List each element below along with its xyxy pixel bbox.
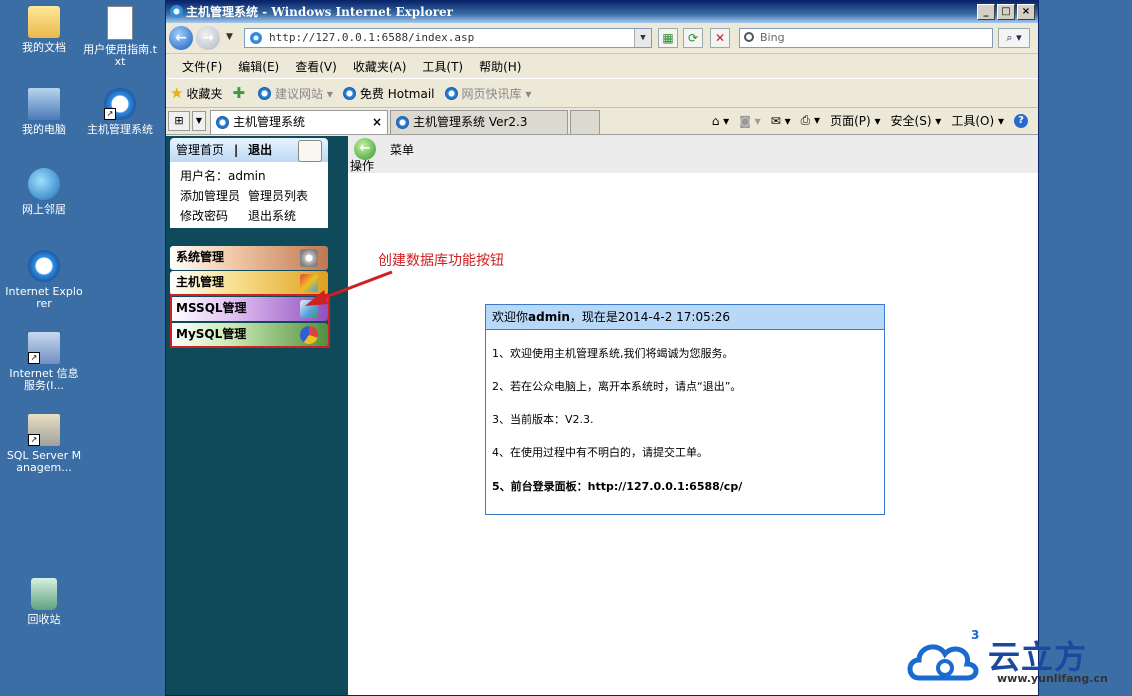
welcome-line-1: 1、欢迎使用主机管理系统,我们将竭诚为您服务。 xyxy=(492,347,734,360)
watermark: 3 云立方 www.yunlifang.cn xyxy=(905,628,1125,692)
welcome-header: 欢迎你admin，现在是2014-4-2 17:05:26 xyxy=(486,305,884,330)
watermark-sup: 3 xyxy=(971,628,980,642)
welcome-line-4: 4、在使用过程中有不明白的，请提交工单。 xyxy=(492,446,708,459)
watermark-url: www.yunlifang.cn xyxy=(997,672,1108,685)
welcome-panel: 欢迎你admin，现在是2014-4-2 17:05:26 1、欢迎使用主机管理… xyxy=(485,304,885,515)
welcome-user: admin xyxy=(528,310,570,324)
welcome-line-3: 3、当前版本：V2.3. xyxy=(492,413,594,426)
annotation-text: 创建数据库功能按钮 xyxy=(378,253,504,269)
welcome-line-2: 2、若在公众电脑上，离开本系统时，请点“退出”。 xyxy=(492,380,742,393)
welcome-line-5: 5、前台登录面板：http://127.0.0.1:6588/cp/ xyxy=(492,480,743,493)
